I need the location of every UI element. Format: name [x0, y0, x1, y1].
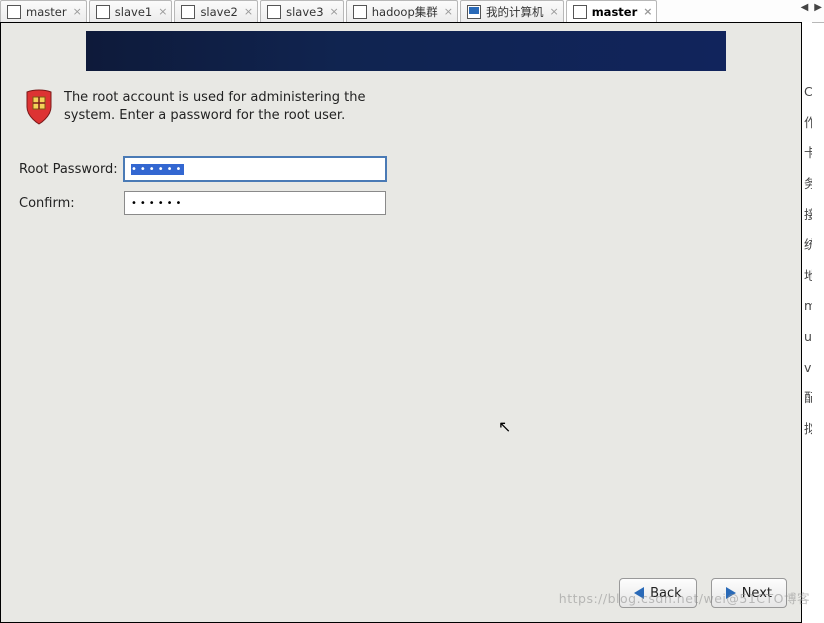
- side-item: va环: [804, 353, 812, 384]
- side-item: 务也: [804, 169, 812, 200]
- side-item: 作系: [804, 108, 812, 139]
- tab-label: slave2: [200, 5, 237, 19]
- side-item: m源: [804, 291, 812, 322]
- side-item: 统映: [804, 230, 812, 261]
- vm-icon: [96, 5, 110, 19]
- side-item: 卡，: [804, 138, 812, 169]
- vm-icon: [7, 5, 21, 19]
- back-button-label: Back: [650, 586, 682, 601]
- tab-master-active[interactable]: master ×: [566, 0, 658, 22]
- root-password-input[interactable]: [124, 157, 386, 181]
- arrow-right-icon: [726, 587, 736, 599]
- mouse-cursor-icon: ↖: [498, 417, 511, 436]
- close-icon[interactable]: ×: [330, 5, 339, 18]
- installer-panel: The root account is used for administeri…: [0, 22, 802, 623]
- close-icon[interactable]: ×: [244, 5, 253, 18]
- arrow-left-icon: [634, 587, 644, 599]
- monitor-icon: [467, 5, 481, 19]
- tab-slave2[interactable]: slave2 ×: [174, 0, 258, 22]
- vm-icon: [267, 5, 281, 19]
- tab-slave1[interactable]: slave1 ×: [89, 0, 173, 22]
- side-item: 配置: [804, 383, 812, 414]
- next-button-label: Next: [742, 586, 772, 601]
- vm-icon: [181, 5, 195, 19]
- side-item: 拟: [804, 414, 812, 445]
- tab-slave3[interactable]: slave3 ×: [260, 0, 344, 22]
- tab-label: master: [592, 5, 638, 19]
- confirm-password-label: Confirm:: [19, 196, 124, 211]
- scroll-left-icon[interactable]: ◀: [801, 2, 809, 13]
- root-password-label: Root Password:: [19, 162, 124, 177]
- tab-label: slave1: [115, 5, 152, 19]
- side-text-strip: Ce 作系 卡， 务也 接成 统映 地y m源 um va环 配置 拟: [802, 22, 812, 623]
- tab-master-1[interactable]: master ×: [0, 0, 87, 22]
- close-icon[interactable]: ×: [549, 5, 558, 18]
- tab-label: slave3: [286, 5, 323, 19]
- next-button[interactable]: Next: [711, 578, 787, 608]
- tab-bar: master × slave1 × slave2 × slave3 × hado…: [0, 0, 824, 23]
- side-item: 地y: [804, 261, 812, 292]
- vm-icon: [353, 5, 367, 19]
- side-item: Ce: [804, 77, 812, 108]
- close-icon[interactable]: ×: [73, 5, 82, 18]
- shield-icon: [24, 89, 54, 125]
- tab-label: master: [26, 5, 67, 19]
- side-item: 接成: [804, 200, 812, 231]
- tab-hadoop-cluster[interactable]: hadoop集群 ×: [346, 0, 458, 22]
- close-icon[interactable]: ×: [158, 5, 167, 18]
- back-button[interactable]: Back: [619, 578, 697, 608]
- root-password-description: The root account is used for administeri…: [64, 89, 389, 124]
- tab-my-computer[interactable]: 我的计算机 ×: [460, 0, 564, 22]
- tab-label: hadoop集群: [372, 4, 438, 20]
- tab-scroll-arrows[interactable]: ◀ ▶: [801, 2, 822, 13]
- side-item: um: [804, 322, 812, 353]
- installer-banner: [86, 31, 726, 71]
- confirm-password-input[interactable]: [124, 191, 386, 215]
- password-form: Root Password: Confirm:: [19, 157, 386, 225]
- tab-label: 我的计算机: [486, 4, 544, 20]
- close-icon[interactable]: ×: [444, 5, 453, 18]
- scroll-right-icon[interactable]: ▶: [814, 2, 822, 13]
- vm-icon: [573, 5, 587, 19]
- close-icon[interactable]: ×: [643, 5, 652, 18]
